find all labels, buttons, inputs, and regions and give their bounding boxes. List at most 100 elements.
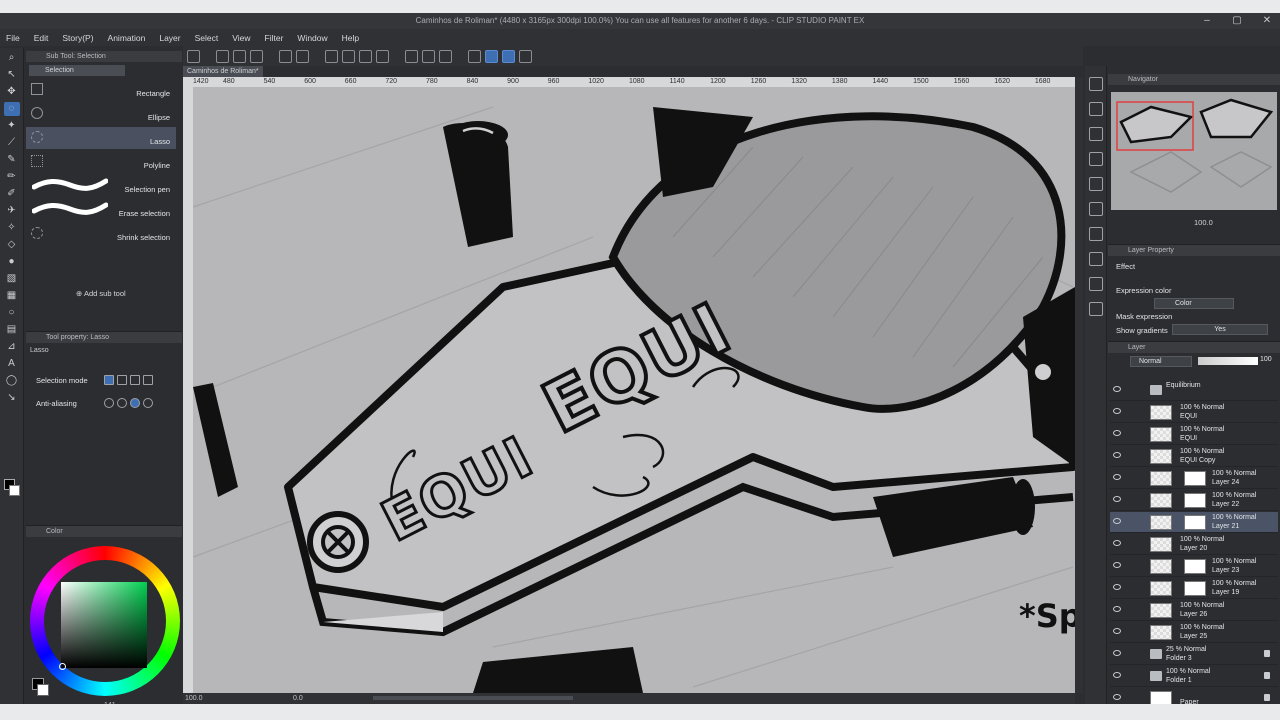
correct-line-tool-icon[interactable]: ↘ xyxy=(4,391,20,405)
sub-tool-lasso[interactable]: Lasso xyxy=(26,127,176,149)
navigator-preview[interactable] xyxy=(1111,92,1277,210)
new-file-icon[interactable] xyxy=(216,49,229,63)
layer-row[interactable]: 100 % Normal Layer 19 xyxy=(1110,578,1278,599)
menu-window[interactable]: Window xyxy=(297,33,327,43)
eye-icon[interactable] xyxy=(1113,430,1121,436)
intersect-selection-icon[interactable] xyxy=(143,375,153,385)
figure-tool-icon[interactable]: ○ xyxy=(4,306,20,320)
deselect-icon[interactable] xyxy=(405,49,418,63)
sub-tool-selection-pen[interactable]: Selection pen xyxy=(26,175,176,197)
layer-row[interactable]: 100 % Normal Layer 22 xyxy=(1110,490,1278,511)
drawing-canvas[interactable]: EQUI EQUI *Sp xyxy=(193,87,1075,693)
close-icon[interactable]: ✕ xyxy=(1260,14,1274,27)
expression-color-dropdown[interactable]: Color xyxy=(1154,298,1234,309)
canvas-horizontal-scrollbar[interactable] xyxy=(373,696,573,700)
document-tab[interactable]: Caminhos de Roliman* xyxy=(183,66,263,77)
subtract-selection-icon[interactable] xyxy=(130,375,140,385)
aa-strong-icon[interactable] xyxy=(143,398,153,408)
layer-mask-thumbnail[interactable] xyxy=(1184,515,1206,530)
eraser-tool-icon[interactable]: ◇ xyxy=(4,238,20,252)
ruler-tool-icon[interactable]: ⊿ xyxy=(4,340,20,354)
eye-icon[interactable] xyxy=(1113,672,1121,678)
canvas-vertical-scrollbar[interactable] xyxy=(1075,77,1083,693)
minimize-icon[interactable]: – xyxy=(1200,14,1214,27)
menu-filter[interactable]: Filter xyxy=(265,33,284,43)
eye-icon[interactable] xyxy=(1113,408,1121,414)
crop-icon[interactable] xyxy=(422,49,435,63)
search-layer-panel-icon[interactable] xyxy=(1088,252,1103,266)
operation-tool-icon[interactable]: ↖ xyxy=(4,68,20,82)
lock-icon[interactable] xyxy=(1264,672,1270,679)
decoration-tool-icon[interactable]: ✧ xyxy=(4,221,20,235)
lock-icon[interactable] xyxy=(1264,694,1270,701)
auto-select-tool-icon[interactable]: ✦ xyxy=(4,119,20,133)
layer-row[interactable]: 100 % Normal Layer 23 xyxy=(1110,556,1278,577)
navigator-panel-icon[interactable] xyxy=(1088,77,1103,91)
layer-row[interactable]: 100 % Normal Layer 20 xyxy=(1110,534,1278,555)
layer-row[interactable]: Equilibrium xyxy=(1110,380,1278,401)
eye-icon[interactable] xyxy=(1113,386,1121,392)
eye-icon[interactable] xyxy=(1113,474,1121,480)
menu-animation[interactable]: Animation xyxy=(108,33,146,43)
snap-grid-icon[interactable] xyxy=(502,49,515,63)
sub-color-swatch[interactable] xyxy=(9,485,20,496)
menu-select[interactable]: Select xyxy=(195,33,219,43)
eye-icon[interactable] xyxy=(1113,584,1121,590)
sub-tool-rectangle[interactable]: Rectangle xyxy=(26,79,176,101)
menu-edit[interactable]: Edit xyxy=(34,33,49,43)
layer-mask-thumbnail[interactable] xyxy=(1184,559,1206,574)
layer-row[interactable]: Paper xyxy=(1110,688,1278,704)
opacity-value[interactable]: 100 xyxy=(1260,356,1272,363)
item-bank-panel-icon[interactable] xyxy=(1088,127,1103,141)
layer-mask-thumbnail[interactable] xyxy=(1184,581,1206,596)
layer-row[interactable]: 100 % Normal EQUI xyxy=(1110,424,1278,445)
show-gradients-dropdown[interactable]: Yes xyxy=(1172,324,1268,335)
lock-icon[interactable] xyxy=(1264,650,1270,657)
snap-special-ruler-icon[interactable] xyxy=(485,49,498,63)
airbrush-tool-icon[interactable]: ✈ xyxy=(4,204,20,218)
fill-tool-icon[interactable]: ▧ xyxy=(4,272,20,286)
undo-icon[interactable] xyxy=(279,49,292,63)
blend-tool-icon[interactable]: ● xyxy=(4,255,20,269)
saturation-value-square[interactable] xyxy=(61,582,147,668)
pencil-tool-icon[interactable]: ✏ xyxy=(4,170,20,184)
pen-tool-icon[interactable]: ✎ xyxy=(4,153,20,167)
loading-icon[interactable] xyxy=(325,49,338,63)
clear-icon[interactable] xyxy=(342,49,355,63)
open-file-icon[interactable] xyxy=(233,49,246,63)
transform-icon[interactable] xyxy=(376,49,389,63)
sub-view-panel-icon[interactable] xyxy=(1088,102,1103,116)
eye-icon[interactable] xyxy=(1113,518,1121,524)
new-selection-icon[interactable] xyxy=(104,375,114,385)
brush-tool-icon[interactable]: ✐ xyxy=(4,187,20,201)
layer-row[interactable]: 100 % Normal EQUI Copy xyxy=(1110,446,1278,467)
eyedropper-tool-icon[interactable]: ⟋ xyxy=(4,136,20,150)
opacity-slider[interactable] xyxy=(1198,357,1258,365)
fill-icon[interactable] xyxy=(359,49,372,63)
add-selection-icon[interactable] xyxy=(117,375,127,385)
history-panel-icon[interactable] xyxy=(1088,302,1103,316)
menu-help[interactable]: Help xyxy=(342,33,359,43)
layer-mask-thumbnail[interactable] xyxy=(1184,493,1206,508)
redo-icon[interactable] xyxy=(296,49,309,63)
menu-file[interactable]: File xyxy=(6,33,20,43)
eye-icon[interactable] xyxy=(1113,562,1121,568)
layer-row[interactable]: 100 % Normal Layer 26 xyxy=(1110,600,1278,621)
navigator-zoom-value[interactable]: 100.0 xyxy=(1194,218,1213,227)
eye-icon[interactable] xyxy=(1113,496,1121,502)
zoom-tool-icon[interactable]: ⌕ xyxy=(4,51,20,65)
gradient-tool-icon[interactable]: ▦ xyxy=(4,289,20,303)
layer-row[interactable]: 25 % Normal Folder 3 xyxy=(1110,644,1278,665)
rotation-readout[interactable]: 0.0 xyxy=(293,695,303,702)
eye-icon[interactable] xyxy=(1113,628,1121,634)
balloon-tool-icon[interactable]: ◯ xyxy=(4,374,20,388)
layer-row[interactable]: 100 % Normal Layer 21 xyxy=(1110,512,1278,533)
aa-medium-icon[interactable] xyxy=(130,398,140,408)
menu-story[interactable]: Story(P) xyxy=(62,33,93,43)
help-icon[interactable] xyxy=(519,49,532,63)
menu-view[interactable]: View xyxy=(232,33,250,43)
aa-none-icon[interactable] xyxy=(104,398,114,408)
frame-tool-icon[interactable]: ▤ xyxy=(4,323,20,337)
eye-icon[interactable] xyxy=(1113,540,1121,546)
sub-tool-polyline[interactable]: Polyline xyxy=(26,151,176,173)
